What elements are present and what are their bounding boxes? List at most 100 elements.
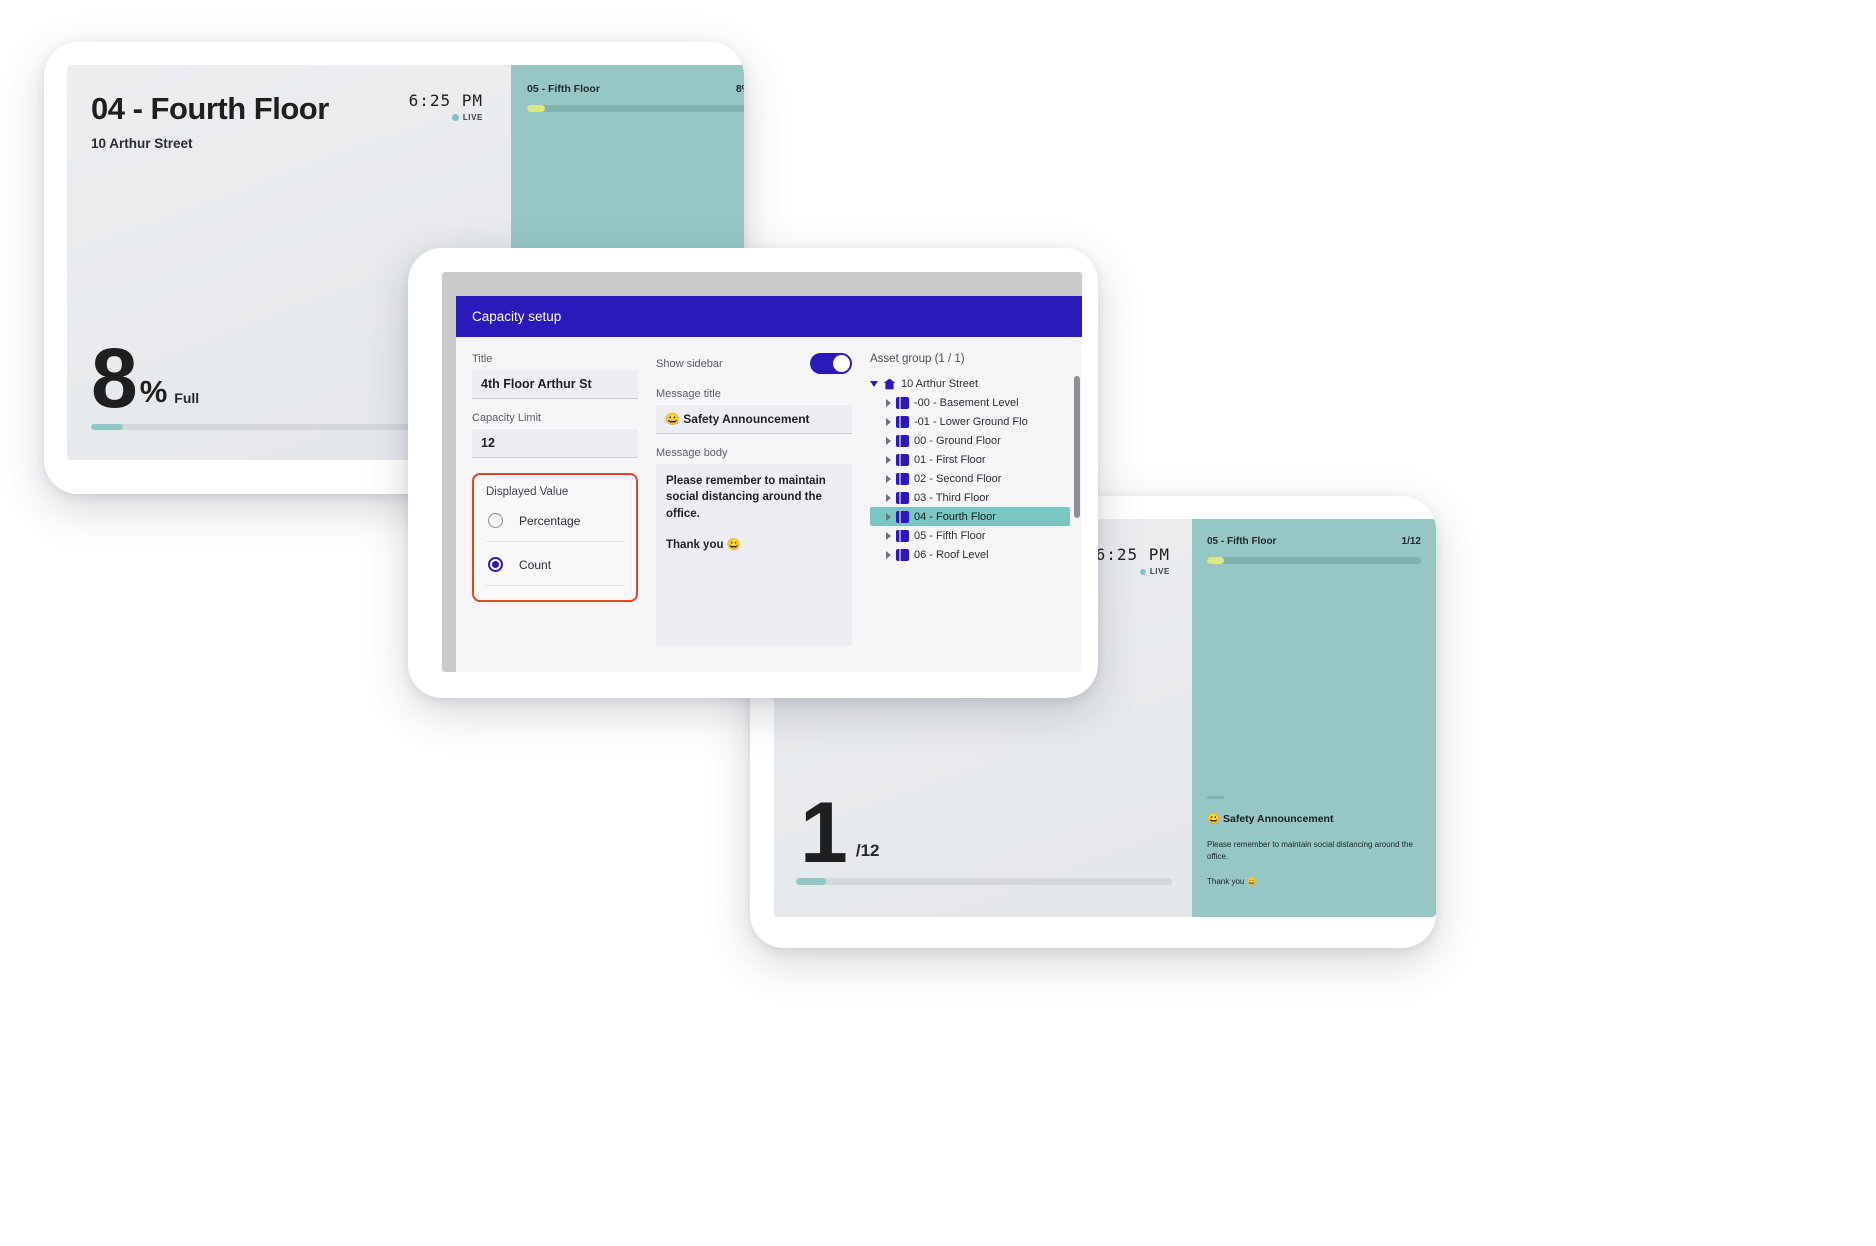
sidebar-message-divider [1207, 796, 1224, 799]
chevron-right-icon[interactable] [886, 455, 891, 464]
floor-icon [896, 548, 909, 561]
dialog-body-wrap: Capacity setup Title Capacity Limit Disp… [442, 296, 1082, 672]
tree-node-root[interactable]: 10 Arthur Street [870, 374, 1070, 393]
floor-icon [896, 510, 909, 523]
sidebar-header-count: 05 - Fifth Floor 1/12 [1207, 536, 1421, 547]
capacity-progress-bar-count [796, 878, 1172, 885]
dialog-column-asset-group: Asset group (1 / 1) 10 Arthur Street -00… [870, 353, 1082, 672]
chevron-right-icon[interactable] [886, 417, 891, 426]
radio-dot-icon [492, 561, 499, 568]
floor-icon [896, 396, 909, 409]
chevron-right-icon[interactable] [886, 550, 891, 559]
display-header: 04 - Fourth Floor 10 Arthur Street 6:25 … [91, 91, 483, 151]
chevron-right-icon[interactable] [886, 531, 891, 540]
clock-block: 6:25 PM LIVE [409, 91, 483, 122]
show-sidebar-label: Show sidebar [656, 357, 723, 370]
tree-node-item[interactable]: 02 - Second Floor [870, 469, 1070, 488]
chevron-right-icon[interactable] [886, 398, 891, 407]
tree-node-item[interactable]: 01 - First Floor [870, 450, 1070, 469]
display-sidebar-panel-count: 05 - Fifth Floor 1/12 😀 Safety Announcem… [1192, 519, 1436, 917]
capacity-value: 8 [91, 331, 138, 426]
live-label: LIVE [462, 113, 483, 122]
asset-tree-scrollbar[interactable] [1074, 376, 1080, 518]
sidebar-progress-bar-count [1207, 557, 1421, 564]
tree-node-label: -00 - Basement Level [914, 396, 1019, 409]
tree-node-item[interactable]: 04 - Fourth Floor [870, 507, 1070, 526]
house-icon [883, 378, 896, 389]
capacity-value-block: 8 % Full [91, 331, 199, 426]
displayed-value-group: Displayed Value Percentage Count [472, 473, 638, 602]
sidebar-progress-fill [527, 105, 545, 112]
message-body-label: Message body [656, 447, 728, 459]
sidebar-message-body: Please remember to maintain social dista… [1207, 840, 1413, 861]
message-body-input[interactable]: Please remember to maintain social dista… [656, 464, 852, 646]
chevron-right-icon[interactable] [886, 493, 891, 502]
sidebar-progress-fill-count [1207, 557, 1225, 564]
sidebar-count-label: 8% [735, 83, 744, 95]
asset-group-header: Asset group (1 / 1) [870, 353, 965, 365]
tree-node-label: 02 - Second Floor [914, 472, 1002, 485]
show-sidebar-toggle[interactable] [810, 353, 852, 374]
clock-time-count: 6:25 PM [1095, 545, 1170, 564]
radio-label-count: Count [519, 557, 552, 572]
capacity-progress-fill [91, 424, 123, 430]
capacity-limit-input[interactable] [472, 429, 638, 458]
tree-node-item[interactable]: -00 - Basement Level [870, 393, 1070, 412]
dialog-content: Title Capacity Limit Displayed Value Per… [456, 337, 1082, 672]
tree-node-item[interactable]: 03 - Third Floor [870, 488, 1070, 507]
tree-node-item[interactable]: 05 - Fifth Floor [870, 526, 1070, 545]
capacity-progress-fill-count [796, 878, 827, 885]
tree-node-label: 00 - Ground Floor [914, 434, 1001, 447]
sidebar-message-title: 😀 Safety Announcement [1207, 813, 1334, 825]
live-indicator-count: LIVE [1096, 567, 1170, 576]
floor-icon [896, 434, 909, 447]
screenshot-stage: 04 - Fourth Floor 10 Arthur Street 6:25 … [0, 0, 1876, 1246]
sidebar-message-thanks: Thank you 😀 [1207, 877, 1257, 887]
message-title-input[interactable]: 😀 Safety Announcement [656, 405, 852, 434]
chevron-right-icon[interactable] [886, 474, 891, 483]
live-dot-icon [1139, 568, 1146, 575]
tree-node-label: 06 - Roof Level [914, 548, 989, 561]
message-body-paragraph-2: Thank you 😀 [666, 538, 742, 551]
capacity-count-denominator: /12 [855, 841, 880, 860]
dialog-screen: Capacity setup Title Capacity Limit Disp… [442, 272, 1082, 672]
chevron-right-icon[interactable] [886, 436, 891, 445]
floor-icon [896, 453, 909, 466]
message-body-paragraph-1: Please remember to maintain social dista… [666, 475, 826, 520]
clock-time: 6:25 PM [408, 91, 483, 110]
percent-symbol: % [139, 374, 168, 409]
floor-icon [896, 529, 909, 542]
tree-node-label: 01 - First Floor [914, 453, 986, 466]
tree-node-label: -01 - Lower Ground Flo [914, 415, 1028, 428]
tree-children: -00 - Basement Level -01 - Lower Ground F… [870, 393, 1070, 564]
chevron-down-icon[interactable] [870, 380, 878, 387]
dialog-panel: Capacity setup Title Capacity Limit Disp… [456, 296, 1082, 672]
dialog-column-settings: Title Capacity Limit Displayed Value Per… [472, 353, 638, 672]
title-input[interactable] [472, 370, 638, 399]
live-label: LIVE [1149, 567, 1170, 576]
tree-node-label: 04 - Fourth Floor [914, 510, 996, 523]
toggle-knob-icon [833, 355, 850, 372]
site-address: 10 Arthur Street [91, 136, 193, 151]
dialog-left-gutter [442, 296, 456, 672]
radio-option-percentage[interactable]: Percentage [486, 498, 624, 542]
floor-title: 04 - Fourth Floor [91, 91, 329, 126]
chevron-right-icon[interactable] [886, 512, 891, 521]
tree-node-item[interactable]: -01 - Lower Ground Flo [870, 412, 1070, 431]
capacity-count-block: 1 /12 [800, 790, 880, 876]
tree-node-item[interactable]: 06 - Roof Level [870, 545, 1070, 564]
sidebar-progress-bar [527, 105, 744, 112]
title-field-label: Title [472, 353, 493, 365]
dialog-title-bar: Capacity setup [456, 296, 1082, 337]
radio-option-count[interactable]: Count [486, 542, 624, 586]
clock-block-count: 6:25 PM LIVE [1096, 545, 1170, 576]
sidebar-header: 05 - Fifth Floor 8% [527, 83, 744, 95]
sidebar-floor-label: 05 - Fifth Floor [527, 83, 600, 95]
dialog-top-strip [442, 272, 1082, 296]
sidebar-count-label: 1/12 [1401, 536, 1421, 547]
floor-icon [896, 415, 909, 428]
live-dot-icon [451, 114, 459, 121]
tree-node-item[interactable]: 00 - Ground Floor [870, 431, 1070, 450]
